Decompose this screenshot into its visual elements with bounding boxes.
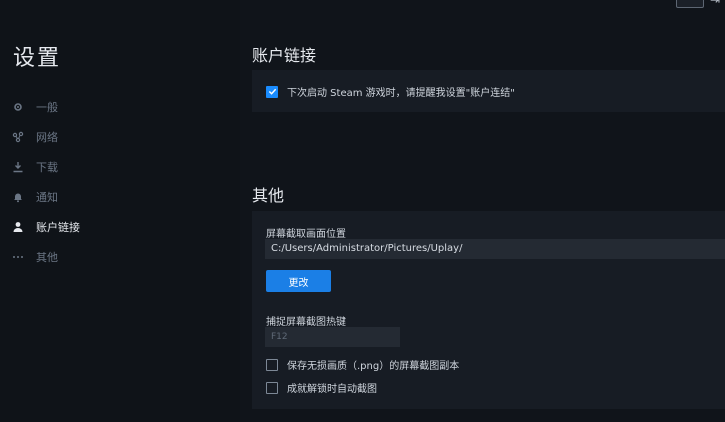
steam-reminder-checkbox[interactable] (266, 85, 278, 98)
lossless-png-row[interactable]: 保存无损画质（.png）的屏幕截图副本 (266, 357, 459, 372)
sidebar-item-network[interactable]: 网络 (12, 126, 58, 148)
sidebar-item-label: 账户链接 (36, 221, 80, 234)
hotkey-label: 捕捉屏幕截图热键 (266, 317, 346, 328)
hotkey-input[interactable]: F12 (265, 327, 400, 347)
sidebar: 设置 一般 网络 下载 通知 账户链接 其他 (0, 0, 240, 422)
sidebar-item-label: 通知 (36, 191, 58, 204)
steam-reminder-label: 下次启动 Steam 游戏时，请提醒我设置"账户连结" (287, 88, 515, 99)
screenshot-location-field[interactable]: C:/Users/Administrator/Pictures/Uplay/ (265, 239, 725, 259)
network-icon (12, 131, 24, 143)
sidebar-item-other[interactable]: 其他 (12, 246, 58, 268)
sidebar-item-general[interactable]: 一般 (12, 96, 58, 118)
steam-reminder-row[interactable]: 下次启动 Steam 游戏时，请提醒我设置"账户连结" (266, 84, 515, 99)
window-control-icon[interactable]: ⇥ (710, 0, 720, 7)
sidebar-item-label: 其他 (36, 251, 58, 264)
sidebar-item-downloads[interactable]: 下载 (12, 156, 58, 178)
lossless-png-label: 保存无损画质（.png）的屏幕截图副本 (287, 361, 460, 372)
sidebar-item-notifications[interactable]: 通知 (12, 186, 58, 208)
gear-icon (12, 101, 24, 113)
account-section-title: 账户链接 (252, 46, 317, 65)
sidebar-title: 设置 (13, 46, 62, 71)
sidebar-item-label: 网络 (36, 131, 58, 144)
lossless-png-checkbox[interactable] (266, 358, 278, 371)
other-section-title: 其他 (252, 186, 285, 205)
user-icon (12, 221, 24, 233)
auto-screenshot-label: 成就解锁时自动截图 (287, 384, 377, 395)
window-button[interactable] (676, 0, 704, 8)
auto-screenshot-row[interactable]: 成就解锁时自动截图 (266, 380, 377, 395)
checkmark-icon (268, 88, 276, 95)
auto-screenshot-checkbox[interactable] (266, 381, 278, 394)
more-icon (12, 251, 24, 263)
sidebar-item-label: 下载 (36, 161, 58, 174)
sidebar-item-label: 一般 (36, 101, 58, 114)
screenshot-location-label: 屏幕截取画面位置 (266, 229, 346, 240)
sidebar-item-account-linking[interactable]: 账户链接 (12, 216, 80, 238)
bell-icon (12, 191, 24, 203)
download-icon (12, 161, 24, 173)
change-location-button[interactable]: 更改 (266, 270, 331, 292)
